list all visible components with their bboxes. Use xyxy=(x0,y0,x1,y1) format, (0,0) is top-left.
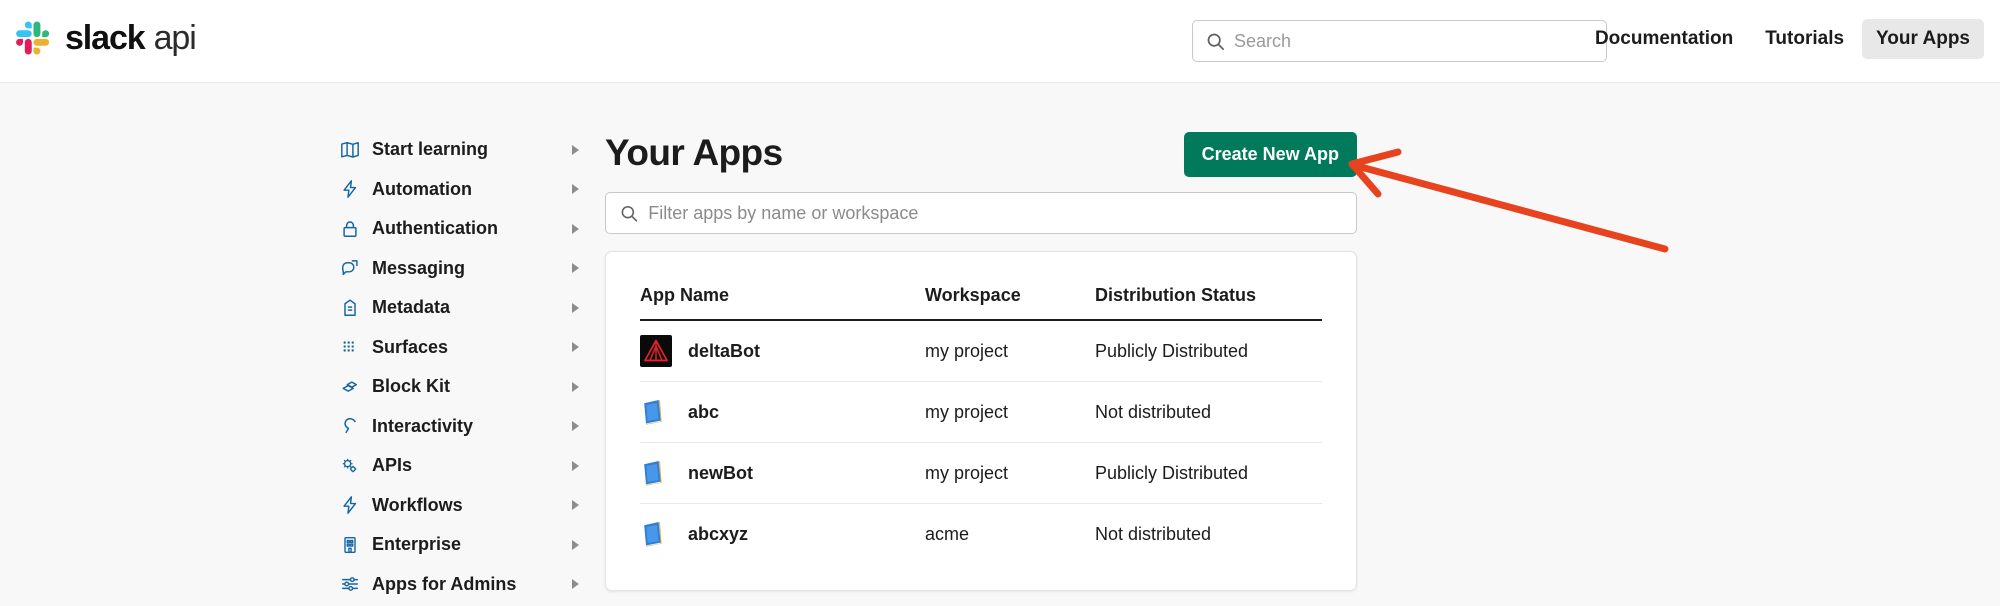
delta-triangle-app-icon xyxy=(640,335,672,367)
chevron-right-icon xyxy=(572,184,579,194)
sidebar-item-workflows[interactable]: Workflows xyxy=(340,486,590,526)
sliders-icon xyxy=(340,574,368,594)
search-icon xyxy=(620,204,638,223)
chevron-right-icon xyxy=(572,579,579,589)
search-icon xyxy=(1206,32,1225,51)
grid-dots-icon xyxy=(340,337,368,357)
table-header-row: App Name Workspace Distribution Status xyxy=(640,285,1322,320)
cell-app-name: abc xyxy=(640,382,925,443)
brand-name-slack: slack xyxy=(65,19,145,58)
cell-workspace: my project xyxy=(925,382,1095,443)
cell-app-name: newBot xyxy=(640,443,925,504)
chevron-right-icon xyxy=(572,382,579,392)
sidebar-label: Apps for Admins xyxy=(372,574,516,595)
app-name-label: deltaBot xyxy=(688,341,760,362)
chevron-right-icon xyxy=(572,224,579,234)
nav-link-tutorials[interactable]: Tutorials xyxy=(1751,19,1858,59)
nav-link-documentation[interactable]: Documentation xyxy=(1581,19,1747,59)
default-notebook-app-icon xyxy=(640,518,672,550)
table-row[interactable]: deltaBot my project Publicly Distributed xyxy=(640,320,1322,382)
column-header-app-name: App Name xyxy=(640,285,925,320)
sidebar-label: Surfaces xyxy=(372,337,448,358)
sidebar-label: Start learning xyxy=(372,139,488,160)
sidebar-item-enterprise[interactable]: Enterprise xyxy=(340,525,590,565)
sidebar-item-surfaces[interactable]: Surfaces xyxy=(340,328,590,368)
cell-distribution-status: Publicly Distributed xyxy=(1095,320,1322,382)
cell-workspace: my project xyxy=(925,443,1095,504)
app-name-label: newBot xyxy=(688,463,753,484)
building-icon xyxy=(340,535,368,555)
app-name-label: abcxyz xyxy=(688,524,748,545)
cell-distribution-status: Not distributed xyxy=(1095,504,1322,555)
sidebar-item-interactivity[interactable]: Interactivity xyxy=(340,407,590,447)
chevron-right-icon xyxy=(572,500,579,510)
column-header-workspace: Workspace xyxy=(925,285,1095,320)
lightning-bolt-icon xyxy=(340,495,368,515)
sidebar-item-automation[interactable]: Automation xyxy=(340,170,590,210)
chevron-right-icon xyxy=(572,263,579,273)
default-notebook-app-icon xyxy=(640,457,672,489)
sidebar-item-authentication[interactable]: Authentication xyxy=(340,209,590,249)
table-row[interactable]: abc my project Not distributed xyxy=(640,382,1322,443)
sidebar-item-start-learning[interactable]: Start learning xyxy=(340,130,590,170)
sidebar-item-metadata[interactable]: Metadata xyxy=(340,288,590,328)
chevron-right-icon xyxy=(572,145,579,155)
apps-card: App Name Workspace Distribution Status xyxy=(605,251,1357,591)
page-title: Your Apps xyxy=(605,132,783,174)
blocks-stack-icon xyxy=(340,377,368,397)
global-search-box[interactable] xyxy=(1192,20,1607,62)
lock-icon xyxy=(340,219,368,239)
brand-logo[interactable]: slack api xyxy=(14,18,196,58)
main-content: Your Apps Create New App App Name Worksp… xyxy=(605,126,1357,591)
lightning-bolt-icon xyxy=(340,179,368,199)
sidebar-label: Enterprise xyxy=(372,534,461,555)
table-row[interactable]: abcxyz acme Not distributed xyxy=(640,504,1322,555)
create-new-app-button[interactable]: Create New App xyxy=(1184,132,1357,177)
sidebar-nav: Start learning Automation Authentication xyxy=(340,130,590,604)
sidebar-label: Block Kit xyxy=(372,376,450,397)
cell-distribution-status: Publicly Distributed xyxy=(1095,443,1322,504)
table-row[interactable]: newBot my project Publicly Distributed xyxy=(640,443,1322,504)
chevron-right-icon xyxy=(572,461,579,471)
sidebar-label: APIs xyxy=(372,455,412,476)
app-name-label: abc xyxy=(688,402,719,423)
sidebar-item-messaging[interactable]: Messaging xyxy=(340,249,590,289)
sidebar-label: Authentication xyxy=(372,218,498,239)
sidebar-item-apis[interactable]: APIs xyxy=(340,446,590,486)
sidebar-label: Workflows xyxy=(372,495,463,516)
tag-label-icon xyxy=(340,298,368,318)
sidebar-label: Metadata xyxy=(372,297,450,318)
apps-table: App Name Workspace Distribution Status xyxy=(640,285,1322,554)
cell-app-name: abcxyz xyxy=(640,504,925,555)
filter-apps-box[interactable] xyxy=(605,192,1357,234)
map-book-icon xyxy=(340,140,368,160)
header-nav: Documentation Tutorials Your Apps xyxy=(1581,19,1984,59)
red-arrow-pointing-to-create-new-app xyxy=(1352,152,1665,249)
sidebar-label: Interactivity xyxy=(372,416,473,437)
main-header-row: Your Apps Create New App xyxy=(605,126,1357,180)
sidebar-item-block-kit[interactable]: Block Kit xyxy=(340,367,590,407)
chevron-right-icon xyxy=(572,540,579,550)
sidebar-label: Automation xyxy=(372,179,472,200)
top-header: slack api Documentation Tutorials Your A… xyxy=(0,0,2000,83)
plug-cursor-icon xyxy=(340,416,368,436)
sidebar-item-apps-for-admins[interactable]: Apps for Admins xyxy=(340,565,590,605)
cell-workspace: acme xyxy=(925,504,1095,555)
chevron-right-icon xyxy=(572,421,579,431)
brand-name-api: api xyxy=(154,19,196,58)
default-notebook-app-icon xyxy=(640,396,672,428)
gears-icon xyxy=(340,456,368,476)
chevron-right-icon xyxy=(572,303,579,313)
cell-app-name: deltaBot xyxy=(640,320,925,382)
column-header-distribution-status: Distribution Status xyxy=(1095,285,1322,320)
nav-link-your-apps[interactable]: Your Apps xyxy=(1862,19,1984,59)
speech-bubble-icon xyxy=(340,258,368,278)
chevron-right-icon xyxy=(572,342,579,352)
cell-workspace: my project xyxy=(925,320,1095,382)
search-input[interactable] xyxy=(1234,21,1593,61)
cell-distribution-status: Not distributed xyxy=(1095,382,1322,443)
slack-logo-icon xyxy=(14,18,54,58)
filter-apps-input[interactable] xyxy=(648,193,1342,233)
sidebar-label: Messaging xyxy=(372,258,465,279)
